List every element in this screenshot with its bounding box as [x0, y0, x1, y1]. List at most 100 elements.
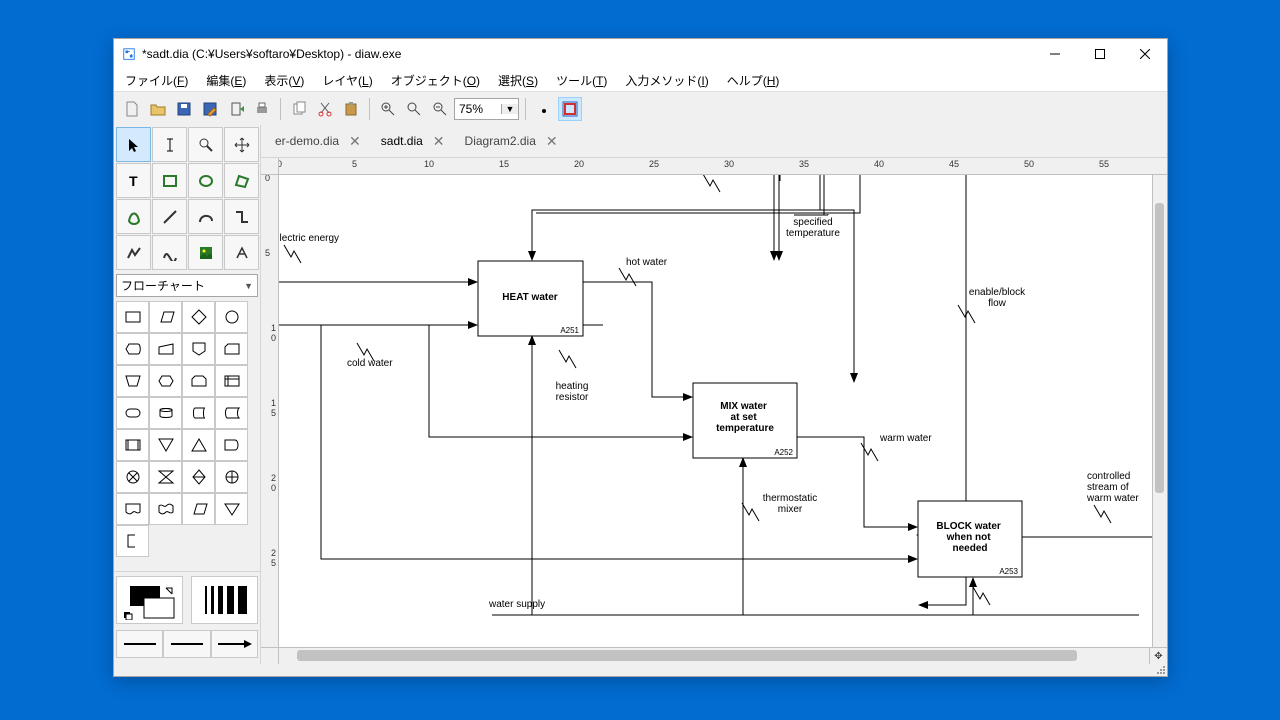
menu-layers[interactable]: レイヤ(L): [313, 70, 381, 91]
shape-manual-input[interactable]: [149, 333, 182, 365]
menu-tools[interactable]: ツール(T): [547, 70, 616, 91]
toolbar: 75% ▼: [114, 92, 1167, 125]
print-icon[interactable]: [250, 97, 274, 121]
snap-point-icon[interactable]: [532, 97, 556, 121]
svg-text:specifiedtemperature: specifiedtemperature: [786, 217, 840, 239]
shape-collate[interactable]: [149, 461, 182, 493]
cut-icon[interactable]: [313, 97, 337, 121]
shape-delay[interactable]: [215, 429, 248, 461]
shape-decision[interactable]: [182, 301, 215, 333]
shape-loop-limit[interactable]: [182, 365, 215, 397]
tool-scroll[interactable]: [224, 127, 259, 162]
shape-predefined[interactable]: [116, 429, 149, 461]
tool-box[interactable]: [152, 163, 187, 198]
tool-bezier[interactable]: [152, 235, 187, 270]
shape-merge2[interactable]: [215, 493, 248, 525]
toolbox: T フローチャート ▼: [114, 125, 261, 664]
save-icon[interactable]: [172, 97, 196, 121]
tool-zoom[interactable]: [188, 127, 223, 162]
menu-edit[interactable]: 編集(E): [197, 70, 255, 91]
shape-internal-storage[interactable]: [215, 365, 248, 397]
diagram: HEAT water A251 MIX water at set tempera…: [279, 175, 1152, 645]
shape-direct-data[interactable]: [182, 397, 215, 429]
tool-pointer[interactable]: [116, 127, 151, 162]
shape-palette: [114, 299, 260, 559]
shape-display[interactable]: [116, 333, 149, 365]
zoom-value[interactable]: 75%: [455, 102, 501, 116]
tool-ellipse[interactable]: [188, 163, 223, 198]
copy-icon[interactable]: [287, 97, 311, 121]
menu-objects[interactable]: オブジェクト(O): [382, 70, 489, 91]
menu-view[interactable]: 表示(V): [255, 70, 313, 91]
tool-text[interactable]: T: [116, 163, 151, 198]
maximize-button[interactable]: [1077, 40, 1122, 69]
open-icon[interactable]: [146, 97, 170, 121]
shape-tape[interactable]: [149, 493, 182, 525]
tool-arc[interactable]: [188, 199, 223, 234]
canvas-nav-icon[interactable]: ✥: [1149, 647, 1167, 665]
vertical-scrollbar[interactable]: [1152, 175, 1167, 647]
chevron-down-icon[interactable]: ▼: [501, 104, 518, 114]
svg-text:warm water: warm water: [879, 433, 932, 444]
paste-icon[interactable]: [339, 97, 363, 121]
chevron-down-icon: ▼: [244, 281, 253, 291]
shape-stored-data[interactable]: [215, 397, 248, 429]
shape-or[interactable]: [215, 461, 248, 493]
close-icon[interactable]: ✕: [345, 133, 365, 150]
tool-line[interactable]: [152, 199, 187, 234]
shape-preparation[interactable]: [149, 365, 182, 397]
close-button[interactable]: [1122, 40, 1167, 69]
zoom-fit-icon[interactable]: [402, 97, 426, 121]
color-swatch[interactable]: [116, 576, 183, 624]
line-style[interactable]: [163, 630, 210, 658]
tool-image[interactable]: [188, 235, 223, 270]
menu-select[interactable]: 選択(S): [489, 70, 547, 91]
tool-polygon[interactable]: [224, 163, 259, 198]
shape-process[interactable]: [116, 301, 149, 333]
svg-text:A251: A251: [560, 326, 579, 335]
shape-offpage[interactable]: [182, 333, 215, 365]
tab-er-demo[interactable]: er-demo.dia✕: [265, 129, 369, 154]
shape-card[interactable]: [215, 333, 248, 365]
shape-sum[interactable]: [116, 461, 149, 493]
shape-merge[interactable]: [182, 429, 215, 461]
zoom-combo[interactable]: 75% ▼: [454, 98, 519, 120]
shape-parallelogram[interactable]: [149, 301, 182, 333]
resize-grip-icon[interactable]: [1155, 664, 1167, 676]
tool-polyline[interactable]: [116, 235, 151, 270]
tool-zigzag[interactable]: [224, 199, 259, 234]
tab-diagram2[interactable]: Diagram2.dia✕: [455, 129, 566, 154]
shape-annotation[interactable]: [116, 525, 149, 557]
canvas[interactable]: HEAT water A251 MIX water at set tempera…: [279, 175, 1152, 647]
menu-input[interactable]: 入力メソッド(I): [616, 70, 717, 91]
close-icon[interactable]: ✕: [429, 133, 449, 150]
shape-extract[interactable]: [149, 429, 182, 461]
new-icon[interactable]: [120, 97, 144, 121]
minimize-button[interactable]: [1032, 40, 1077, 69]
zoom-in-icon[interactable]: [376, 97, 400, 121]
sheet-selector[interactable]: フローチャート ▼: [116, 274, 258, 297]
close-icon[interactable]: ✕: [542, 133, 562, 150]
menu-help[interactable]: ヘルプ(H): [718, 70, 789, 91]
shape-document[interactable]: [116, 493, 149, 525]
arrow-start[interactable]: [116, 630, 163, 658]
tab-sadt[interactable]: sadt.dia✕: [371, 129, 453, 154]
shape-manual-op[interactable]: [116, 365, 149, 397]
snap-object-icon[interactable]: [558, 97, 582, 121]
svg-text:cold water: cold water: [347, 358, 393, 369]
horizontal-scrollbar[interactable]: [279, 647, 1149, 664]
shape-data[interactable]: [182, 493, 215, 525]
export-icon[interactable]: [224, 97, 248, 121]
shape-magnetic-disk[interactable]: [149, 397, 182, 429]
tool-beziergon[interactable]: [116, 199, 151, 234]
zoom-out-icon[interactable]: [428, 97, 452, 121]
shape-sort[interactable]: [182, 461, 215, 493]
shape-connector[interactable]: [215, 301, 248, 333]
menu-file[interactable]: ファイル(F): [116, 70, 197, 91]
linewidth-swatch[interactable]: [191, 576, 258, 624]
tool-text-edit[interactable]: [152, 127, 187, 162]
shape-terminator[interactable]: [116, 397, 149, 429]
tool-outline[interactable]: [224, 235, 259, 270]
saveas-icon[interactable]: [198, 97, 222, 121]
arrow-end[interactable]: [211, 630, 258, 658]
